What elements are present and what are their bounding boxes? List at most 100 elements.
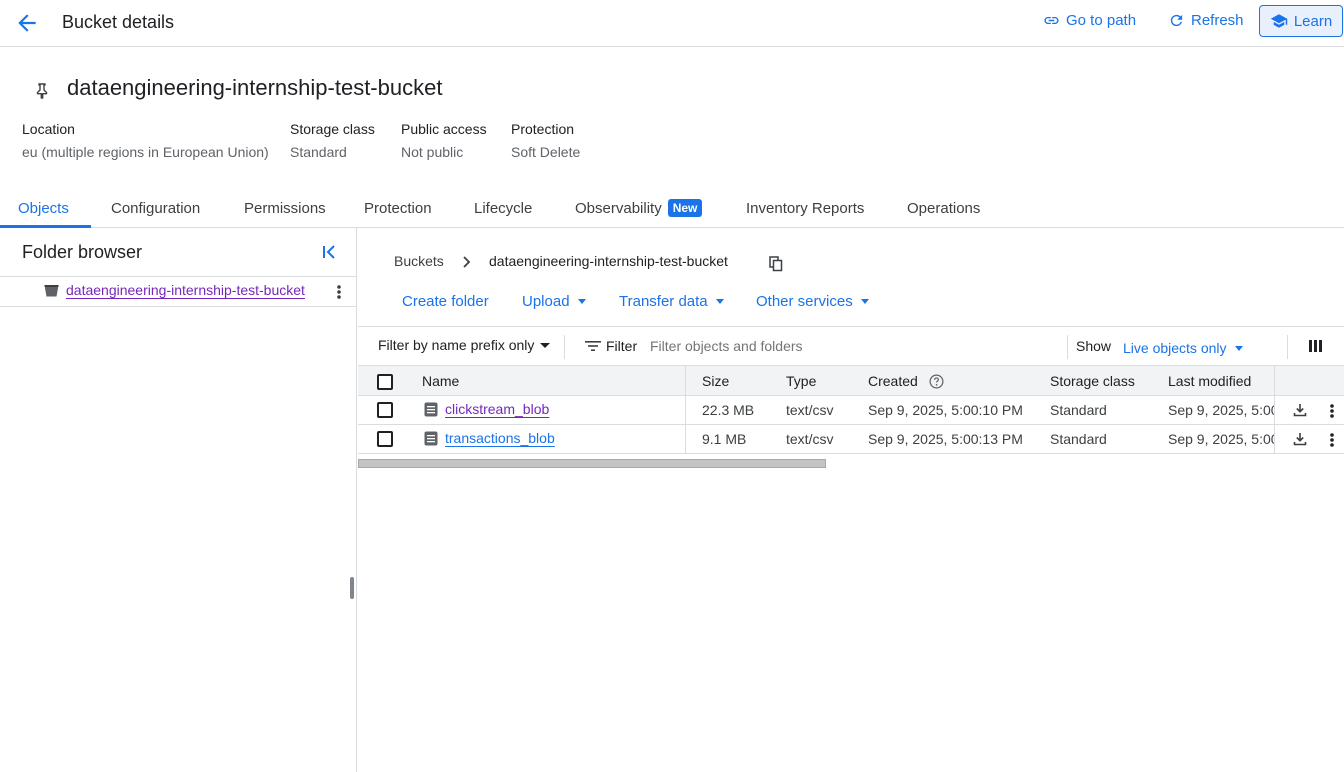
page-title: Bucket details [62, 12, 175, 32]
divider [564, 335, 565, 359]
learn-button[interactable]: Learn [1259, 5, 1343, 37]
column-header-last-modified[interactable]: Last modified [1168, 373, 1251, 389]
folder-browser-bucket-row[interactable]: dataengineering-internship-test-bucket [0, 276, 357, 307]
dropdown-arrow-icon [577, 299, 586, 304]
column-header-storage-class[interactable]: Storage class [1050, 373, 1135, 389]
dropdown-arrow-icon [715, 299, 724, 304]
filter-input[interactable] [650, 333, 1050, 359]
divider [1067, 335, 1068, 359]
other-services-label: Other services [756, 293, 853, 310]
panel-resize-handle[interactable] [350, 577, 354, 599]
object-size: 22.3 MB [702, 402, 755, 418]
column-display-icon[interactable] [1309, 340, 1322, 352]
download-icon[interactable] [1293, 432, 1307, 446]
back-arrow-icon[interactable] [14, 10, 40, 36]
tab-permissions[interactable]: Permissions [244, 200, 326, 217]
refresh-icon [1170, 14, 1183, 27]
show-objects-dropdown[interactable]: Live objects only [1123, 340, 1243, 356]
column-divider [685, 366, 686, 454]
breadcrumb-buckets[interactable]: Buckets [394, 253, 444, 269]
link-icon [1044, 16, 1059, 25]
object-last-modified: Sep 9, 2025, 5:00 [1168, 431, 1274, 447]
dropdown-arrow-icon [860, 299, 869, 304]
tab-observability[interactable]: Observability New [575, 199, 703, 217]
table-row: clickstream_blob 22.3 MB text/csv Sep 9,… [358, 396, 1344, 425]
divider [1287, 335, 1288, 359]
meta-label-location: Location [22, 121, 75, 137]
tab-configuration[interactable]: Configuration [111, 200, 200, 217]
show-value-label: Live objects only [1123, 340, 1227, 356]
school-icon [1270, 14, 1288, 28]
transfer-data-button[interactable]: Transfer data [619, 293, 724, 310]
show-label: Show [1076, 338, 1112, 354]
other-services-button[interactable]: Other services [756, 293, 869, 310]
column-header-name[interactable]: Name [422, 373, 459, 389]
meta-label-protection: Protection [511, 121, 575, 137]
row-checkbox[interactable] [377, 431, 393, 447]
column-divider [1274, 366, 1275, 454]
collapse-panel-icon[interactable] [321, 243, 339, 261]
select-all-checkbox[interactable] [377, 374, 393, 390]
help-icon[interactable] [929, 374, 944, 389]
object-storage-class: Standard [1050, 402, 1107, 418]
bucket-icon [44, 283, 59, 298]
row-more-vert-icon[interactable] [1330, 403, 1334, 419]
folder-browser-title: Folder browser [22, 242, 143, 262]
chevron-right-icon [461, 255, 473, 269]
tab-lifecycle[interactable]: Lifecycle [474, 200, 532, 217]
filter-list-icon [585, 339, 601, 353]
meta-value-location: eu (multiple regions in European Union) [22, 144, 269, 160]
dropdown-arrow-icon [540, 342, 551, 348]
learn-label: Learn [1293, 12, 1333, 30]
transfer-data-label: Transfer data [619, 293, 708, 310]
horizontal-scrollbar[interactable] [358, 459, 826, 468]
copy-icon[interactable] [769, 256, 783, 272]
pin-icon[interactable] [34, 82, 50, 100]
object-link[interactable]: transactions_blob [445, 430, 555, 446]
new-badge: New [667, 199, 703, 217]
tab-bar: Objects Configuration Permissions Protec… [0, 188, 1344, 228]
folder-browser-panel: Folder browser dataengineering-internshi… [0, 228, 357, 772]
table-header-row: Name Size Type Created Storage class Las… [358, 366, 1344, 396]
download-icon[interactable] [1293, 403, 1307, 417]
object-type: text/csv [786, 431, 834, 447]
tab-protection[interactable]: Protection [364, 200, 432, 217]
object-storage-class: Standard [1050, 431, 1107, 447]
folder-browser-bucket-link[interactable]: dataengineering-internship-test-bucket [66, 282, 305, 298]
breadcrumb-current-bucket: dataengineering-internship-test-bucket [489, 253, 728, 269]
more-vert-icon[interactable] [337, 284, 341, 300]
go-to-path-button[interactable]: Go to path [1043, 12, 1136, 29]
object-size: 9.1 MB [702, 431, 747, 447]
meta-value-public-access: Not public [401, 144, 464, 160]
tab-operations[interactable]: Operations [907, 200, 980, 217]
column-header-created[interactable]: Created [868, 373, 918, 389]
object-link[interactable]: clickstream_blob [445, 401, 549, 417]
meta-value-storage-class: Standard [290, 144, 347, 160]
filter-prefix-dropdown[interactable]: Filter by name prefix only [378, 337, 551, 353]
column-header-type[interactable]: Type [786, 373, 816, 389]
column-header-size[interactable]: Size [702, 373, 729, 389]
object-last-modified: Sep 9, 2025, 5:00 [1168, 402, 1274, 418]
row-checkbox[interactable] [377, 402, 393, 418]
create-folder-button[interactable]: Create folder [402, 293, 489, 310]
refresh-button[interactable]: Refresh [1168, 12, 1244, 29]
meta-label-storage-class: Storage class [290, 121, 375, 137]
filter-bar: Filter by name prefix only Filter Show L… [358, 326, 1344, 366]
object-created: Sep 9, 2025, 5:00:13 PM [868, 431, 1023, 447]
meta-value-protection: Soft Delete [511, 144, 581, 160]
go-to-path-label: Go to path [1066, 12, 1137, 29]
dropdown-arrow-icon [1234, 345, 1243, 351]
table-row: transactions_blob 9.1 MB text/csv Sep 9,… [358, 425, 1344, 454]
upload-button[interactable]: Upload [522, 293, 586, 310]
tab-inventory-reports[interactable]: Inventory Reports [746, 200, 864, 217]
upload-label: Upload [522, 293, 570, 310]
tab-observability-label: Observability [575, 200, 662, 217]
row-more-vert-icon[interactable] [1330, 432, 1334, 448]
filter-prefix-label: Filter by name prefix only [378, 337, 535, 353]
object-type: text/csv [786, 402, 834, 418]
bucket-name-heading: dataengineering-internship-test-bucket [67, 75, 443, 100]
file-icon [424, 402, 438, 417]
refresh-label: Refresh [1191, 12, 1244, 29]
tab-objects[interactable]: Objects [18, 200, 69, 217]
meta-label-public-access: Public access [401, 121, 487, 137]
